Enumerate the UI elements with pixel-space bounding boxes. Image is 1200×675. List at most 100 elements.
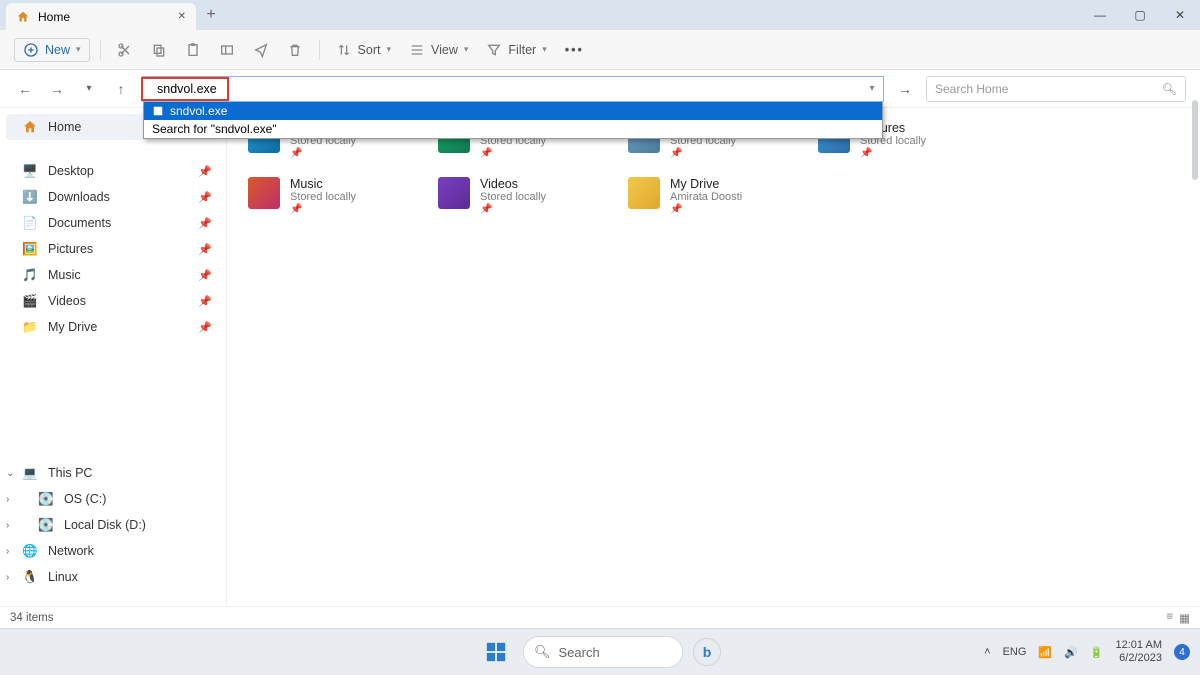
address-suggest-dropdown: sndvol.exe Search for "sndvol.exe" bbox=[143, 102, 883, 139]
suggest-search-label: Search for "sndvol.exe" bbox=[152, 122, 277, 136]
tiles-view-button[interactable]: ▦ bbox=[1179, 611, 1190, 625]
taskbar-search[interactable]: 🔍︎ Search bbox=[523, 636, 683, 668]
chevron-down-icon: ⌄ bbox=[6, 468, 14, 479]
recent-dropdown[interactable]: ▾ bbox=[78, 78, 100, 100]
sort-icon bbox=[336, 42, 352, 58]
sort-label: Sort bbox=[358, 43, 381, 57]
sidebar-item-linux[interactable]: ›🐧Linux bbox=[0, 564, 226, 590]
view-label: View bbox=[431, 43, 458, 57]
taskbar-search-label: Search bbox=[559, 645, 600, 660]
sidebar-item-label: My Drive bbox=[48, 320, 97, 334]
pin-icon: 📌 bbox=[198, 191, 212, 204]
chevron-down-icon: ▾ bbox=[386, 44, 391, 55]
filter-label: Filter bbox=[508, 43, 536, 57]
back-button[interactable]: ← bbox=[14, 78, 36, 100]
chevron-right-icon: › bbox=[6, 520, 9, 531]
share-button[interactable] bbox=[247, 38, 275, 62]
new-button[interactable]: New ▾ bbox=[14, 38, 90, 62]
pin-icon: 📌 bbox=[198, 269, 212, 282]
sidebar-item-drive-d[interactable]: ›💽Local Disk (D:) bbox=[0, 512, 226, 538]
details-view-button[interactable]: ≡ bbox=[1166, 611, 1173, 625]
chevron-right-icon: › bbox=[6, 572, 9, 583]
sidebar-item-music[interactable]: 🎵Music📌 bbox=[0, 262, 226, 288]
folder-item[interactable]: Music Stored locally 📌 bbox=[245, 174, 411, 218]
notification-badge[interactable]: 4 bbox=[1174, 644, 1190, 660]
system-tray: ˄ ENG 📶 🔊 🔋 12:01 AM 6/2/2023 4 bbox=[984, 639, 1200, 664]
paste-button[interactable] bbox=[179, 38, 207, 62]
cut-button[interactable] bbox=[111, 38, 139, 62]
sidebar-item-desktop[interactable]: 🖥️Desktop📌 bbox=[0, 158, 226, 184]
vertical-scrollbar[interactable] bbox=[1192, 100, 1198, 180]
rename-button[interactable] bbox=[213, 38, 241, 62]
bing-button[interactable]: b bbox=[693, 638, 721, 666]
sidebar-item-label: Desktop bbox=[48, 164, 94, 178]
chevron-down-icon: ▾ bbox=[464, 44, 469, 55]
suggest-item-exe[interactable]: sndvol.exe bbox=[144, 102, 882, 120]
more-button[interactable]: ••• bbox=[559, 39, 590, 61]
drive-icon: 💽 bbox=[38, 491, 54, 507]
sidebar-item-documents[interactable]: 📄Documents📌 bbox=[0, 210, 226, 236]
close-tab-icon[interactable]: ✕ bbox=[178, 11, 186, 22]
folder-title: Videos bbox=[480, 177, 546, 191]
item-count: 34 items bbox=[10, 612, 53, 624]
sort-button[interactable]: Sort ▾ bbox=[330, 38, 397, 62]
suggest-item-search[interactable]: Search for "sndvol.exe" bbox=[144, 120, 882, 138]
chevron-right-icon: › bbox=[6, 494, 9, 505]
suggest-label: sndvol.exe bbox=[170, 104, 227, 118]
folder-icon bbox=[248, 177, 280, 209]
up-button[interactable]: ↑ bbox=[110, 78, 132, 100]
volume-icon[interactable]: 🔊 bbox=[1064, 646, 1078, 659]
pin-icon: 📌 bbox=[860, 148, 926, 159]
delete-button[interactable] bbox=[281, 38, 309, 62]
tab-home[interactable]: Home ✕ bbox=[6, 3, 196, 30]
language-indicator[interactable]: ENG bbox=[1003, 646, 1027, 658]
sidebar-item-thispc[interactable]: ⌄💻This PC bbox=[0, 460, 226, 486]
chevron-right-icon: › bbox=[6, 546, 9, 557]
drive-icon: 💽 bbox=[38, 517, 54, 533]
view-button[interactable]: View ▾ bbox=[403, 38, 474, 62]
trash-icon bbox=[287, 42, 303, 58]
minimize-button[interactable]: — bbox=[1080, 0, 1120, 30]
sidebar-item-videos[interactable]: 🎬Videos📌 bbox=[0, 288, 226, 314]
sidebar-item-label: Music bbox=[48, 268, 81, 282]
folder-item[interactable]: My Drive Amirata Doosti 📌 bbox=[625, 174, 791, 218]
new-label: New bbox=[45, 43, 70, 57]
documents-icon: 📄 bbox=[22, 215, 38, 231]
sidebar-item-pictures[interactable]: 🖼️Pictures📌 bbox=[0, 236, 226, 262]
go-button[interactable]: → bbox=[894, 81, 916, 97]
close-window-button[interactable]: ✕ bbox=[1160, 0, 1200, 30]
maximize-button[interactable]: ▢ bbox=[1120, 0, 1160, 30]
chevron-down-icon[interactable]: ▾ bbox=[861, 83, 883, 94]
battery-icon[interactable]: 🔋 bbox=[1090, 646, 1104, 659]
forward-button[interactable]: → bbox=[46, 78, 68, 100]
start-button[interactable] bbox=[479, 635, 513, 669]
status-bar: 34 items ≡ ▦ bbox=[0, 606, 1200, 628]
address-bar[interactable]: ▾ sndvol.exe Search for "sndvol.exe" bbox=[142, 76, 884, 102]
sidebar-item-network[interactable]: ›🌐Network bbox=[0, 538, 226, 564]
rename-icon bbox=[219, 42, 235, 58]
folder-item[interactable]: Videos Stored locally 📌 bbox=[435, 174, 601, 218]
address-highlight bbox=[141, 77, 229, 101]
pin-icon: 📌 bbox=[290, 204, 356, 215]
search-placeholder: Search Home bbox=[935, 82, 1162, 96]
sidebar-item-drive-c[interactable]: › 💽 OS (C:) bbox=[0, 486, 226, 512]
sidebar-item-downloads[interactable]: ⬇️Downloads📌 bbox=[0, 184, 226, 210]
pc-icon: 💻 bbox=[22, 465, 38, 481]
sidebar-item-label: OS (C:) bbox=[64, 492, 106, 506]
filter-icon bbox=[486, 42, 502, 58]
sidebar-item-mydrive[interactable]: 📁My Drive📌 bbox=[0, 314, 226, 340]
clock[interactable]: 12:01 AM 6/2/2023 bbox=[1116, 639, 1162, 664]
tray-chevron-icon[interactable]: ˄ bbox=[984, 646, 990, 658]
copy-button[interactable] bbox=[145, 38, 173, 62]
navigation-sidebar: Home 🖥️Desktop📌 ⬇️Downloads📌 📄Documents📌… bbox=[0, 108, 227, 668]
pin-icon: 📌 bbox=[198, 243, 212, 256]
address-input[interactable] bbox=[151, 82, 324, 96]
pin-icon: 📌 bbox=[290, 148, 356, 159]
search-box[interactable]: Search Home 🔍︎ bbox=[926, 76, 1186, 102]
sidebar-item-label: Home bbox=[48, 120, 81, 134]
folder-icon bbox=[628, 177, 660, 209]
wifi-icon[interactable]: 📶 bbox=[1038, 646, 1052, 659]
sidebar-quick-access: 🖥️Desktop📌 ⬇️Downloads📌 📄Documents📌 🖼️Pi… bbox=[0, 158, 226, 340]
new-tab-button[interactable]: + bbox=[196, 0, 226, 30]
filter-button[interactable]: Filter ▾ bbox=[480, 38, 552, 62]
